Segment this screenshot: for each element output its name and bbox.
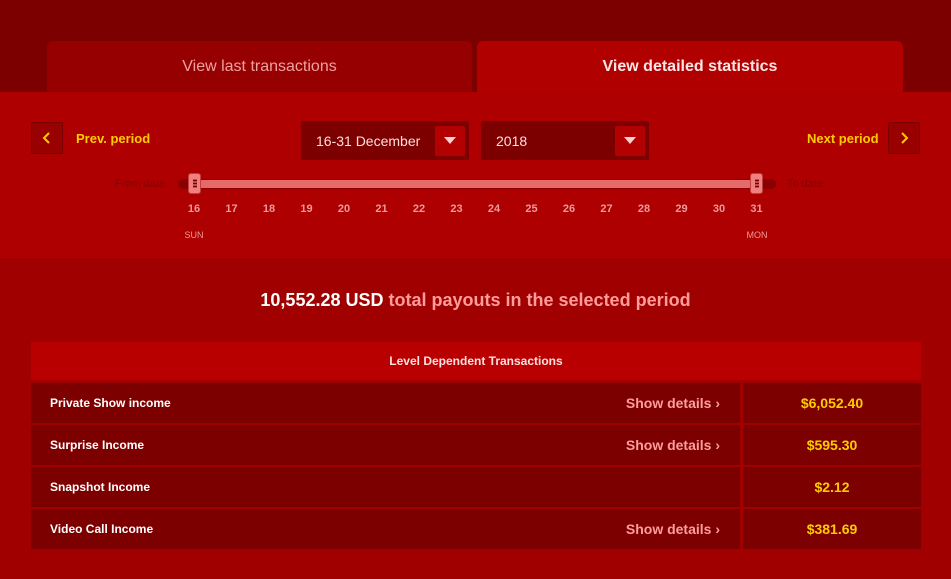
grip-icon xyxy=(754,179,759,188)
day-tick-label: 24 xyxy=(487,203,501,215)
chevron-left-icon xyxy=(42,132,50,144)
show-details-link[interactable]: Show details › xyxy=(626,395,720,411)
table-row: Snapshot Income $2.12 xyxy=(31,467,921,507)
row-value: $381.69 xyxy=(743,509,921,549)
prev-period-button[interactable] xyxy=(31,122,63,154)
day-tick-label: 31 xyxy=(750,203,763,215)
row-name: Video Call Income xyxy=(50,522,154,536)
row-name: Private Show income xyxy=(50,396,171,410)
period-select-value: 16-31 December xyxy=(316,132,421,149)
payout-summary: 10,552.28 USD total payouts in the selec… xyxy=(0,290,951,311)
day-tick-label: 29 xyxy=(675,203,688,215)
to-date-label: To date xyxy=(787,178,824,190)
prev-period-link[interactable]: Prev. period xyxy=(76,131,150,146)
day-tick-label: 22 xyxy=(412,203,426,215)
table-row: Surprise Income Show details › $595.30 xyxy=(31,425,921,465)
table-row: Private Show income Show details › $6,05… xyxy=(31,383,921,423)
table-header: Level Dependent Transactions xyxy=(31,342,921,380)
date-range-selected xyxy=(194,180,756,188)
day-tick-label: 25 xyxy=(525,203,538,215)
day-tick-label: 19 xyxy=(300,203,313,215)
day-tick-label: 23 xyxy=(450,203,463,215)
grip-icon xyxy=(192,179,197,188)
year-select[interactable]: 2018 xyxy=(481,121,649,160)
row-value: $2.12 xyxy=(743,467,921,507)
caret-down-icon xyxy=(624,136,636,144)
day-tick-label: 27 xyxy=(600,203,613,215)
row-label-cell: Snapshot Income xyxy=(31,467,740,507)
caret-down-icon xyxy=(444,136,456,144)
next-period-button[interactable] xyxy=(888,122,920,154)
day-tick-label: 26 xyxy=(562,203,576,215)
total-payout-text: total payouts in the selected period xyxy=(388,290,691,310)
row-label-cell: Surprise Income Show details › xyxy=(31,425,740,465)
day-tick-label: 30 xyxy=(712,203,726,215)
tab-detailed-statistics[interactable]: View detailed statistics xyxy=(477,41,903,92)
end-day-of-week: MON xyxy=(746,230,768,240)
row-name: Surprise Income xyxy=(50,438,145,452)
chevron-right-icon xyxy=(901,132,909,144)
slider-start-handle[interactable] xyxy=(188,173,201,194)
show-details-link[interactable]: Show details › xyxy=(626,437,720,453)
table-row: Video Call Income Show details › $381.69 xyxy=(31,509,921,549)
period-select[interactable]: 16-31 December xyxy=(301,121,469,160)
row-value: $595.30 xyxy=(743,425,921,465)
day-tick-label: 21 xyxy=(375,203,388,215)
year-select-value: 2018 xyxy=(496,132,528,149)
row-value: $6,052.40 xyxy=(743,383,921,423)
day-tick-label: 18 xyxy=(262,203,276,215)
row-label-cell: Video Call Income Show details › xyxy=(31,509,740,549)
row-label-cell: Private Show income Show details › xyxy=(31,383,740,423)
row-name: Snapshot Income xyxy=(50,480,151,494)
from-date-label: From date xyxy=(115,178,166,190)
period-dropdown-button[interactable] xyxy=(435,125,465,156)
day-tick-label: 17 xyxy=(225,203,238,215)
day-tick-label: 20 xyxy=(337,203,351,215)
total-payout-amount: 10,552.28 USD xyxy=(260,290,384,310)
day-tick-label: 16 xyxy=(187,203,201,215)
show-details-link[interactable]: Show details › xyxy=(626,521,720,537)
next-period-link[interactable]: Next period xyxy=(807,131,879,146)
period-controls xyxy=(0,92,951,260)
day-tick-label: 28 xyxy=(637,203,651,215)
slider-end-handle[interactable] xyxy=(750,173,763,194)
year-dropdown-button[interactable] xyxy=(615,125,645,156)
start-day-of-week: SUN xyxy=(184,230,204,240)
tab-last-transactions[interactable]: View last transactions xyxy=(47,41,472,92)
